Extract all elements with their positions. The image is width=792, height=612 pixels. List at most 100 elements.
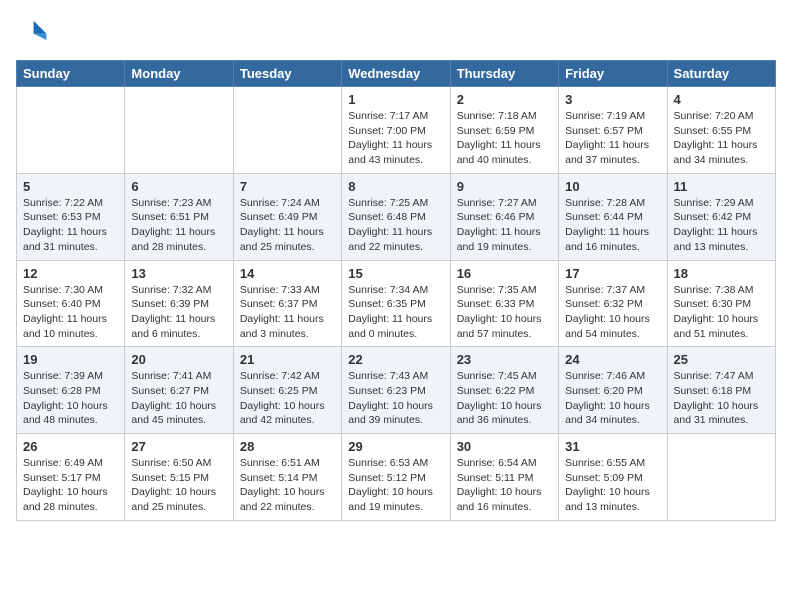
calendar-cell: 27Sunrise: 6:50 AM Sunset: 5:15 PM Dayli… <box>125 434 233 521</box>
calendar-cell: 5 Sunrise: 7:22 AM Sunset: 6:53 PM Daylig… <box>17 173 125 260</box>
day-info: Sunrise: 7:45 AM Sunset: 6:22 PM Dayligh… <box>457 369 552 428</box>
day-header-monday: Monday <box>125 61 233 87</box>
day-info: Sunrise: 7:25 AM Sunset: 6:48 PM Dayligh… <box>348 196 443 255</box>
calendar-cell: 26 Sunrise: 6:49 AM Sunset: 5:17 PM Dayli… <box>17 434 125 521</box>
calendar-cell: 29 Sunrise: 6:53 AM Sunset: 5:12 PM Dayli… <box>342 434 450 521</box>
page-header <box>16 16 776 48</box>
day-info: Sunrise: 7:19 AM Sunset: 6:57 PM Dayligh… <box>565 109 660 168</box>
day-number: 8 <box>348 179 443 194</box>
calendar-cell: 13Sunrise: 7:32 AM Sunset: 6:39 PM Dayli… <box>125 260 233 347</box>
day-number: 4 <box>674 92 769 107</box>
day-number: 15 <box>348 266 443 281</box>
day-header-saturday: Saturday <box>667 61 775 87</box>
calendar-cell: 17 Sunrise: 7:37 AM Sunset: 6:32 PM Dayli… <box>559 260 667 347</box>
calendar-cell: 15Sunrise: 7:34 AM Sunset: 6:35 PM Dayli… <box>342 260 450 347</box>
day-info: Sunrise: 7:39 AM Sunset: 6:28 PM Dayligh… <box>23 369 118 428</box>
day-info: Sunrise: 7:30 AM Sunset: 6:40 PM Dayligh… <box>23 283 118 342</box>
day-number: 18 <box>674 266 769 281</box>
calendar-week-5: 26 Sunrise: 6:49 AM Sunset: 5:17 PM Dayli… <box>17 434 776 521</box>
day-number: 12 <box>23 266 118 281</box>
calendar-cell: 10 Sunrise: 7:28 AM Sunset: 6:44 PM Dayli… <box>559 173 667 260</box>
day-number: 27 <box>131 439 226 454</box>
day-info: Sunrise: 7:42 AM Sunset: 6:25 PM Dayligh… <box>240 369 335 428</box>
day-info: Sunrise: 7:20 AM Sunset: 6:55 PM Dayligh… <box>674 109 769 168</box>
calendar-cell <box>233 87 341 174</box>
logo <box>16 16 52 48</box>
calendar-cell <box>17 87 125 174</box>
day-info: Sunrise: 6:55 AM Sunset: 5:09 PM Dayligh… <box>565 456 660 515</box>
calendar-cell: 3 Sunrise: 7:19 AM Sunset: 6:57 PM Daylig… <box>559 87 667 174</box>
calendar-week-1: 1Sunrise: 7:17 AM Sunset: 7:00 PM Daylig… <box>17 87 776 174</box>
day-number: 26 <box>23 439 118 454</box>
day-info: Sunrise: 7:18 AM Sunset: 6:59 PM Dayligh… <box>457 109 552 168</box>
day-number: 22 <box>348 352 443 367</box>
day-info: Sunrise: 7:23 AM Sunset: 6:51 PM Dayligh… <box>131 196 226 255</box>
calendar-week-3: 12 Sunrise: 7:30 AM Sunset: 6:40 PM Dayli… <box>17 260 776 347</box>
day-number: 3 <box>565 92 660 107</box>
day-info: Sunrise: 6:51 AM Sunset: 5:14 PM Dayligh… <box>240 456 335 515</box>
day-info: Sunrise: 7:46 AM Sunset: 6:20 PM Dayligh… <box>565 369 660 428</box>
day-info: Sunrise: 6:49 AM Sunset: 5:17 PM Dayligh… <box>23 456 118 515</box>
day-info: Sunrise: 7:28 AM Sunset: 6:44 PM Dayligh… <box>565 196 660 255</box>
day-number: 7 <box>240 179 335 194</box>
calendar-cell: 19 Sunrise: 7:39 AM Sunset: 6:28 PM Dayli… <box>17 347 125 434</box>
calendar-cell: 11Sunrise: 7:29 AM Sunset: 6:42 PM Dayli… <box>667 173 775 260</box>
day-number: 29 <box>348 439 443 454</box>
day-number: 28 <box>240 439 335 454</box>
day-number: 9 <box>457 179 552 194</box>
calendar-cell: 25 Sunrise: 7:47 AM Sunset: 6:18 PM Dayli… <box>667 347 775 434</box>
day-number: 19 <box>23 352 118 367</box>
day-number: 20 <box>131 352 226 367</box>
calendar-body: 1Sunrise: 7:17 AM Sunset: 7:00 PM Daylig… <box>17 87 776 521</box>
day-info: Sunrise: 7:22 AM Sunset: 6:53 PM Dayligh… <box>23 196 118 255</box>
calendar-cell: 12 Sunrise: 7:30 AM Sunset: 6:40 PM Dayli… <box>17 260 125 347</box>
day-info: Sunrise: 7:27 AM Sunset: 6:46 PM Dayligh… <box>457 196 552 255</box>
calendar-cell <box>125 87 233 174</box>
day-number: 13 <box>131 266 226 281</box>
day-info: Sunrise: 6:53 AM Sunset: 5:12 PM Dayligh… <box>348 456 443 515</box>
calendar-cell: 28 Sunrise: 6:51 AM Sunset: 5:14 PM Dayli… <box>233 434 341 521</box>
day-info: Sunrise: 7:17 AM Sunset: 7:00 PM Dayligh… <box>348 109 443 168</box>
day-info: Sunrise: 7:37 AM Sunset: 6:32 PM Dayligh… <box>565 283 660 342</box>
day-number: 17 <box>565 266 660 281</box>
calendar-table: SundayMondayTuesdayWednesdayThursdayFrid… <box>16 60 776 521</box>
calendar-cell: 31Sunrise: 6:55 AM Sunset: 5:09 PM Dayli… <box>559 434 667 521</box>
calendar-cell: 22 Sunrise: 7:43 AM Sunset: 6:23 PM Dayli… <box>342 347 450 434</box>
calendar-cell: 1Sunrise: 7:17 AM Sunset: 7:00 PM Daylig… <box>342 87 450 174</box>
calendar-cell: 16Sunrise: 7:35 AM Sunset: 6:33 PM Dayli… <box>450 260 558 347</box>
day-number: 24 <box>565 352 660 367</box>
day-info: Sunrise: 7:41 AM Sunset: 6:27 PM Dayligh… <box>131 369 226 428</box>
calendar-cell: 18 Sunrise: 7:38 AM Sunset: 6:30 PM Dayli… <box>667 260 775 347</box>
day-number: 23 <box>457 352 552 367</box>
calendar-cell: 6 Sunrise: 7:23 AM Sunset: 6:51 PM Daylig… <box>125 173 233 260</box>
calendar-week-4: 19 Sunrise: 7:39 AM Sunset: 6:28 PM Dayli… <box>17 347 776 434</box>
day-number: 16 <box>457 266 552 281</box>
calendar-week-2: 5 Sunrise: 7:22 AM Sunset: 6:53 PM Daylig… <box>17 173 776 260</box>
calendar-header-row: SundayMondayTuesdayWednesdayThursdayFrid… <box>17 61 776 87</box>
calendar-cell: 23 Sunrise: 7:45 AM Sunset: 6:22 PM Dayli… <box>450 347 558 434</box>
day-info: Sunrise: 7:38 AM Sunset: 6:30 PM Dayligh… <box>674 283 769 342</box>
calendar-cell: 7 Sunrise: 7:24 AM Sunset: 6:49 PM Daylig… <box>233 173 341 260</box>
day-number: 21 <box>240 352 335 367</box>
day-number: 6 <box>131 179 226 194</box>
calendar-cell: 8 Sunrise: 7:25 AM Sunset: 6:48 PM Daylig… <box>342 173 450 260</box>
day-info: Sunrise: 6:54 AM Sunset: 5:11 PM Dayligh… <box>457 456 552 515</box>
calendar-cell: 4 Sunrise: 7:20 AM Sunset: 6:55 PM Daylig… <box>667 87 775 174</box>
day-number: 10 <box>565 179 660 194</box>
day-number: 25 <box>674 352 769 367</box>
day-info: Sunrise: 7:24 AM Sunset: 6:49 PM Dayligh… <box>240 196 335 255</box>
day-info: Sunrise: 7:43 AM Sunset: 6:23 PM Dayligh… <box>348 369 443 428</box>
day-header-thursday: Thursday <box>450 61 558 87</box>
day-header-tuesday: Tuesday <box>233 61 341 87</box>
calendar-cell: 24 Sunrise: 7:46 AM Sunset: 6:20 PM Dayli… <box>559 347 667 434</box>
calendar-cell: 30 Sunrise: 6:54 AM Sunset: 5:11 PM Dayli… <box>450 434 558 521</box>
calendar-cell: 20 Sunrise: 7:41 AM Sunset: 6:27 PM Dayli… <box>125 347 233 434</box>
day-number: 14 <box>240 266 335 281</box>
calendar-cell: 14Sunrise: 7:33 AM Sunset: 6:37 PM Dayli… <box>233 260 341 347</box>
day-number: 30 <box>457 439 552 454</box>
day-number: 11 <box>674 179 769 194</box>
day-info: Sunrise: 7:47 AM Sunset: 6:18 PM Dayligh… <box>674 369 769 428</box>
day-header-wednesday: Wednesday <box>342 61 450 87</box>
day-number: 5 <box>23 179 118 194</box>
day-number: 2 <box>457 92 552 107</box>
